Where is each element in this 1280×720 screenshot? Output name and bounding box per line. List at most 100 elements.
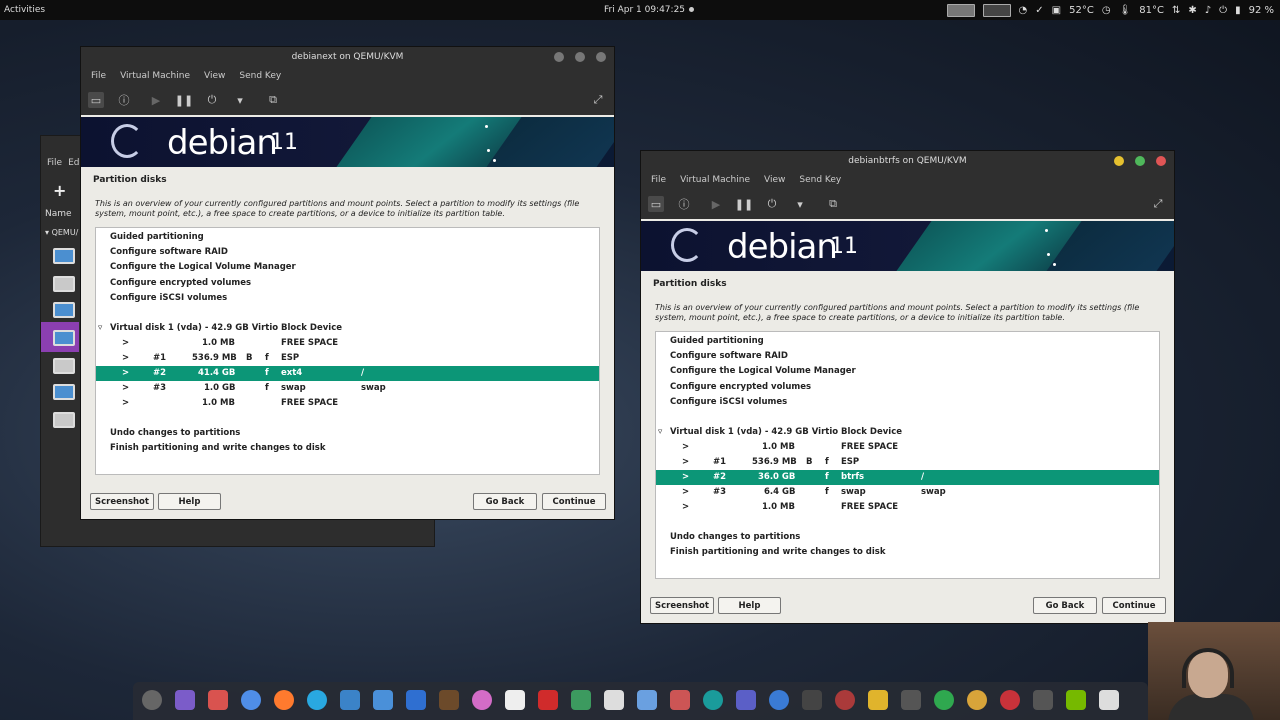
list-item[interactable]: Configure the Logical Volume Manager — [656, 364, 1159, 379]
partition-row[interactable]: > #1 536.9 MB B f ESP — [96, 351, 599, 366]
maximize-button[interactable] — [1135, 156, 1145, 166]
list-item[interactable]: Finish partitioning and write changes to… — [96, 441, 599, 456]
list-item[interactable]: Undo changes to partitions — [96, 426, 599, 441]
virt-manager-icon[interactable] — [835, 690, 855, 710]
list-item[interactable]: Guided partitioning — [96, 230, 599, 245]
app-icon[interactable] — [901, 690, 921, 710]
minimize-button[interactable] — [1114, 156, 1124, 166]
list-item[interactable]: Configure software RAID — [96, 245, 599, 260]
app-icon[interactable] — [934, 690, 954, 710]
menu-file[interactable]: File — [651, 175, 666, 185]
continue-button[interactable]: Continue — [542, 493, 606, 510]
speed-icon[interactable]: ◔ — [1019, 5, 1028, 16]
close-button[interactable] — [1156, 156, 1166, 166]
menu-send-key[interactable]: Send Key — [239, 71, 281, 81]
app-icon[interactable] — [175, 690, 195, 710]
disk-row[interactable]: ▿ Virtual disk 1 (vda) - 42.9 GB Virtio … — [656, 425, 1159, 440]
screenshot-button[interactable]: Screenshot — [90, 493, 154, 510]
activities-button[interactable]: Activities — [4, 5, 45, 15]
menu-virtual-machine[interactable]: Virtual Machine — [120, 71, 190, 81]
vm-icon[interactable] — [53, 330, 75, 346]
run-icon[interactable]: ▶ — [148, 92, 164, 108]
menu-edit[interactable]: Ed — [68, 158, 79, 168]
shutdown-menu-chevron-icon[interactable]: ▾ — [232, 92, 248, 108]
maximize-button[interactable] — [575, 52, 585, 62]
vm-icon[interactable] — [53, 384, 75, 400]
menu-virtual-machine[interactable]: Virtual Machine — [680, 175, 750, 185]
clock[interactable]: Fri Apr 1 09:47:25 — [604, 5, 685, 15]
list-item[interactable]: Configure encrypted volumes — [96, 276, 599, 291]
snapshots-icon[interactable]: ⧉ — [825, 196, 841, 212]
vm-icon[interactable] — [53, 302, 75, 318]
chrome-icon[interactable] — [241, 690, 261, 710]
disk-row[interactable]: ▿ Virtual disk 1 (vda) - 42.9 GB Virtio … — [96, 321, 599, 336]
vm-icon[interactable] — [53, 248, 75, 264]
shutdown-icon[interactable]: ⏻ — [764, 196, 780, 212]
list-item[interactable]: Configure software RAID — [656, 349, 1159, 364]
bluetooth-icon[interactable]: ✱ — [1188, 5, 1196, 16]
app-icon[interactable] — [637, 690, 657, 710]
partition-list[interactable]: Guided partitioning Configure software R… — [655, 331, 1160, 579]
vm-icon[interactable] — [53, 412, 75, 428]
minimize-button[interactable] — [554, 52, 564, 62]
app-icon[interactable] — [538, 690, 558, 710]
shutdown-menu-chevron-icon[interactable]: ▾ — [792, 196, 808, 212]
go-back-button[interactable]: Go Back — [1033, 597, 1097, 614]
fullscreen-icon[interactable]: ⤢ — [1150, 196, 1166, 212]
app-launcher-icon[interactable] — [142, 690, 162, 710]
go-back-button[interactable]: Go Back — [473, 493, 537, 510]
partition-row[interactable]: > #3 6.4 GB f swap swap — [656, 485, 1159, 500]
app-icon[interactable] — [703, 690, 723, 710]
list-item[interactable]: Configure the Logical Volume Manager — [96, 260, 599, 275]
menu-file[interactable]: File — [91, 71, 106, 81]
expand-triangle-icon[interactable]: ▿ — [98, 323, 102, 333]
console-view-icon[interactable]: ▭ — [648, 196, 664, 212]
app-icon[interactable] — [1033, 690, 1053, 710]
app-icon[interactable] — [967, 690, 987, 710]
details-info-icon[interactable]: ⓘ — [676, 196, 692, 212]
app-icon[interactable] — [439, 690, 459, 710]
firefox-icon[interactable] — [274, 690, 294, 710]
edge-icon[interactable] — [307, 690, 327, 710]
app-icon[interactable] — [1000, 690, 1020, 710]
partition-row[interactable]: > 1.0 MB FREE SPACE — [96, 336, 599, 351]
pause-icon[interactable]: ❚❚ — [735, 196, 753, 212]
partition-row[interactable]: > #3 1.0 GB f swap swap — [96, 381, 599, 396]
partition-row[interactable]: > 1.0 MB FREE SPACE — [656, 500, 1159, 515]
app-icon[interactable] — [406, 690, 426, 710]
partition-row-selected[interactable]: > #2 36.0 GB f btrfs / — [656, 470, 1159, 485]
console-view-icon[interactable]: ▭ — [88, 92, 104, 108]
terminal-icon[interactable] — [802, 690, 822, 710]
vm-window-debianext[interactable]: debianext on QEMU/KVM File Virtual Machi… — [80, 46, 615, 520]
network-icon[interactable]: ⇅ — [1172, 5, 1180, 16]
pause-icon[interactable]: ❚❚ — [175, 92, 193, 108]
partition-row[interactable]: > #1 536.9 MB B f ESP — [656, 455, 1159, 470]
list-item[interactable]: Undo changes to partitions — [656, 530, 1159, 545]
menu-view[interactable]: View — [764, 175, 785, 185]
app-icon[interactable] — [472, 690, 492, 710]
window-titlebar[interactable]: debianbtrfs on QEMU/KVM — [641, 151, 1174, 171]
run-icon[interactable]: ▶ — [708, 196, 724, 212]
screenshot-button[interactable]: Screenshot — [650, 597, 714, 614]
close-button[interactable] — [596, 52, 606, 62]
files-icon[interactable] — [373, 690, 393, 710]
continue-button[interactable]: Continue — [1102, 597, 1166, 614]
snapshots-icon[interactable]: ⧉ — [265, 92, 281, 108]
partition-list[interactable]: Guided partitioning Configure software R… — [95, 227, 600, 475]
shutdown-icon[interactable]: ⏻ — [204, 92, 220, 108]
workspace-thumbnail-2[interactable] — [982, 3, 1011, 17]
app-icon[interactable] — [340, 690, 360, 710]
list-item[interactable]: Guided partitioning — [656, 334, 1159, 349]
list-item[interactable]: Finish partitioning and write changes to… — [656, 545, 1159, 560]
menu-view[interactable]: View — [204, 71, 225, 81]
app-icon[interactable] — [571, 690, 591, 710]
partition-row[interactable]: > 1.0 MB FREE SPACE — [96, 396, 599, 411]
check-icon[interactable]: ✓ — [1035, 5, 1043, 16]
window-titlebar[interactable]: debianext on QEMU/KVM — [81, 47, 614, 67]
menu-file[interactable]: File — [47, 158, 62, 168]
7zip-icon[interactable] — [604, 690, 624, 710]
app-icon[interactable] — [769, 690, 789, 710]
power-icon[interactable]: ⏻ — [1219, 5, 1227, 16]
new-vm-button[interactable]: + — [53, 181, 66, 200]
vm-icon[interactable] — [53, 276, 75, 292]
